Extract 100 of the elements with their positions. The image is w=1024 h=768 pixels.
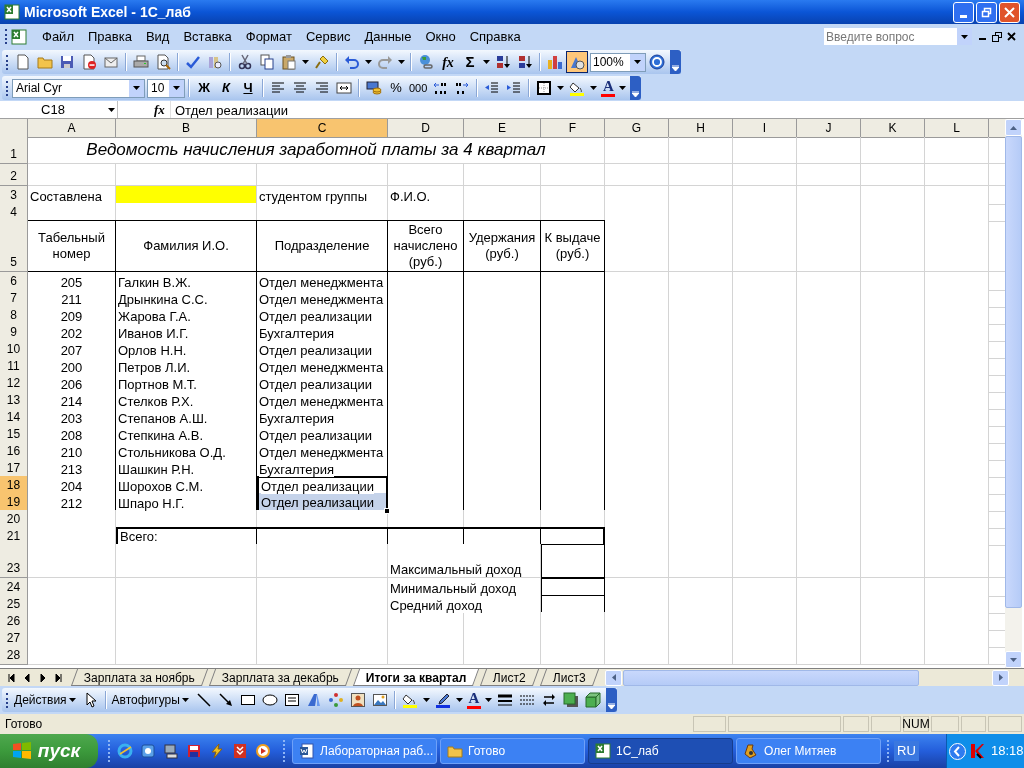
spreadsheet-icon[interactable] — [11, 28, 27, 45]
row-header[interactable]: 5 — [0, 220, 28, 272]
align-center-icon[interactable] — [292, 80, 308, 96]
actions-menu-button[interactable]: Действия — [12, 689, 80, 711]
start-button[interactable]: пуск — [0, 734, 98, 768]
font-color-button[interactable]: A — [464, 691, 483, 709]
italic-button[interactable]: К — [215, 77, 237, 99]
minimize-button[interactable] — [953, 1, 974, 23]
taskbar-button[interactable]: 1С_лаб — [588, 738, 733, 764]
guitar-icon[interactable] — [743, 743, 759, 759]
research-icon[interactable] — [207, 54, 223, 70]
paste-icon[interactable] — [281, 54, 297, 70]
font-color-button[interactable]: A — [599, 79, 618, 97]
percent-button[interactable]: % — [385, 77, 407, 99]
menu-item[interactable]: Вставка — [176, 26, 239, 47]
column-header[interactable]: J — [797, 119, 861, 138]
hyperlink-icon[interactable] — [418, 54, 434, 70]
name-box[interactable]: C18 — [0, 101, 118, 118]
decrease-indent-icon[interactable] — [484, 80, 501, 96]
folder-icon[interactable] — [447, 743, 463, 759]
help-search-field[interactable]: Введите вопрос — [823, 27, 973, 46]
dropdown-button[interactable] — [630, 53, 645, 71]
caret-icon[interactable] — [619, 86, 627, 90]
caret-icon[interactable] — [398, 60, 405, 64]
cut-icon[interactable] — [237, 54, 253, 70]
arrow-icon[interactable] — [217, 692, 234, 708]
currency-icon[interactable] — [366, 80, 382, 96]
column-header[interactable]: K — [861, 119, 925, 138]
scroll-up-button[interactable] — [1005, 119, 1022, 136]
line-icon[interactable] — [195, 692, 212, 708]
insert-function-button[interactable]: fx — [437, 51, 459, 73]
sheet-tab[interactable]: Зарплата за ноябрь — [70, 669, 209, 686]
redo-icon[interactable] — [377, 54, 393, 70]
shadow-icon[interactable] — [562, 692, 579, 708]
ring-icon[interactable] — [117, 743, 133, 759]
spreadsheet-cell[interactable] — [541, 544, 605, 578]
scroll-down-button[interactable] — [1005, 651, 1022, 668]
print-preview-icon[interactable] — [155, 54, 171, 70]
toolbar-options-button[interactable] — [630, 76, 642, 100]
sheet-tab[interactable]: Итоги за квартал — [352, 669, 480, 686]
row-header[interactable]: 1 — [0, 137, 28, 164]
scroll-left-button[interactable] — [605, 669, 622, 686]
taskbar-button[interactable]: Олег Митяев — [736, 738, 881, 764]
permission-icon[interactable] — [81, 54, 97, 70]
caret-icon[interactable] — [68, 698, 76, 702]
restore-icon[interactable] — [992, 31, 1002, 42]
caret-icon[interactable] — [108, 107, 115, 112]
diagram-icon[interactable] — [327, 692, 344, 708]
zoom-field[interactable]: 100% — [590, 52, 646, 72]
caret-icon[interactable] — [961, 34, 968, 39]
toolbar-options-button[interactable] — [670, 50, 681, 74]
caret-icon[interactable] — [302, 60, 309, 64]
antivirus-icon[interactable] — [970, 743, 984, 759]
dropdown-button[interactable] — [169, 79, 184, 97]
row-header[interactable]: 28 — [0, 646, 28, 665]
text-box-icon[interactable] — [283, 692, 300, 708]
caret-icon[interactable] — [133, 86, 140, 90]
increase-decimal-icon[interactable] — [432, 80, 449, 96]
save-icon[interactable] — [59, 54, 75, 70]
dropdown-button[interactable] — [957, 28, 972, 45]
caret-icon[interactable] — [365, 60, 372, 64]
spelling-check-icon[interactable] — [185, 54, 201, 70]
rectangle-icon[interactable] — [239, 692, 256, 708]
taskbar-button[interactable]: Готово — [440, 738, 585, 764]
autosum-button[interactable]: Σ — [459, 51, 481, 73]
menu-item[interactable]: Вид — [138, 26, 177, 47]
column-header[interactable]: D — [388, 119, 464, 138]
thousands-button[interactable]: 000 — [407, 77, 430, 99]
taskbar-button[interactable]: Лабораторная раб... — [292, 738, 437, 764]
menu-item[interactable]: Справка — [462, 26, 528, 47]
font-field[interactable]: Arial Cyr — [12, 78, 145, 98]
column-header[interactable]: B — [116, 119, 257, 138]
sort-descending-icon[interactable] — [517, 54, 533, 70]
font-size-field[interactable]: 10 — [147, 78, 185, 98]
close-button[interactable] — [999, 1, 1020, 23]
computer-icon[interactable] — [163, 743, 179, 759]
bold-button[interactable]: Ж — [193, 77, 215, 99]
caret-icon[interactable] — [484, 698, 492, 702]
sheet-tab[interactable]: Лист3 — [540, 669, 600, 686]
play-icon[interactable] — [255, 743, 271, 759]
clip-art-icon[interactable] — [349, 692, 366, 708]
autoshapes-menu-button[interactable]: Автофигуры — [109, 689, 193, 711]
bookmark-icon[interactable] — [232, 743, 248, 759]
column-header[interactable]: H — [669, 119, 733, 138]
menu-item[interactable]: Файл — [35, 26, 81, 47]
align-left-icon[interactable] — [270, 80, 286, 96]
fill-color-icon[interactable] — [569, 80, 586, 96]
toolbar-grip[interactable] — [6, 692, 9, 708]
menu-item[interactable]: Сервис — [298, 26, 358, 47]
chart-icon[interactable] — [547, 54, 563, 70]
column-header[interactable]: L — [925, 119, 989, 138]
show-hidden-icons-button[interactable] — [949, 742, 966, 760]
close-icon[interactable] — [1007, 32, 1016, 41]
row-header[interactable]: 2 — [0, 164, 28, 186]
column-header[interactable]: I — [733, 119, 797, 138]
merge-cells-icon[interactable] — [336, 80, 352, 96]
formula-field[interactable]: Отдел реализации — [170, 101, 1024, 118]
dash-style-icon[interactable] — [518, 692, 535, 708]
scrollbar-thumb[interactable] — [623, 669, 919, 686]
function-label[interactable]: fx — [154, 99, 170, 120]
